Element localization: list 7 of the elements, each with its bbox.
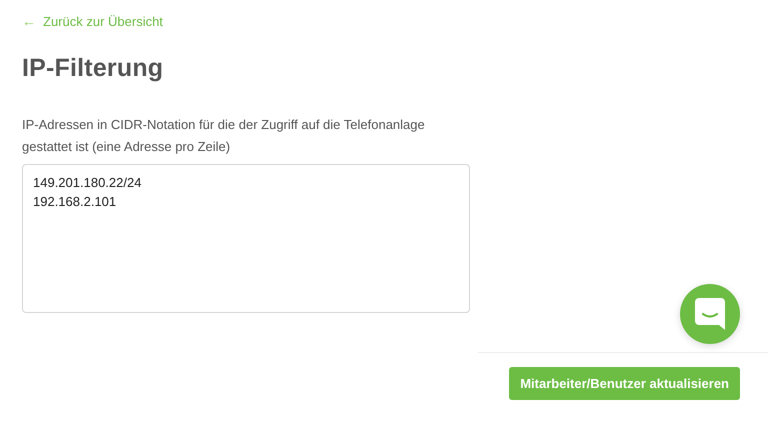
update-button[interactable]: Mitarbeiter/Benutzer aktualisieren [509, 367, 740, 400]
field-label: IP-Adressen in CIDR-Notation für die der Zugriff auf die Telefonanlage gestattet ist (eine Adresse pro Zeile) [22, 116, 426, 156]
ip-address-field[interactable]: 149.201.180.22/24 192.168.2.101 [22, 164, 470, 313]
page-title: IP-Filterung [22, 54, 164, 83]
chat-button[interactable] [680, 284, 740, 344]
back-link[interactable]: ← Zurück zur Übersicht [22, 13, 163, 29]
chat-bubble-icon [695, 298, 725, 330]
